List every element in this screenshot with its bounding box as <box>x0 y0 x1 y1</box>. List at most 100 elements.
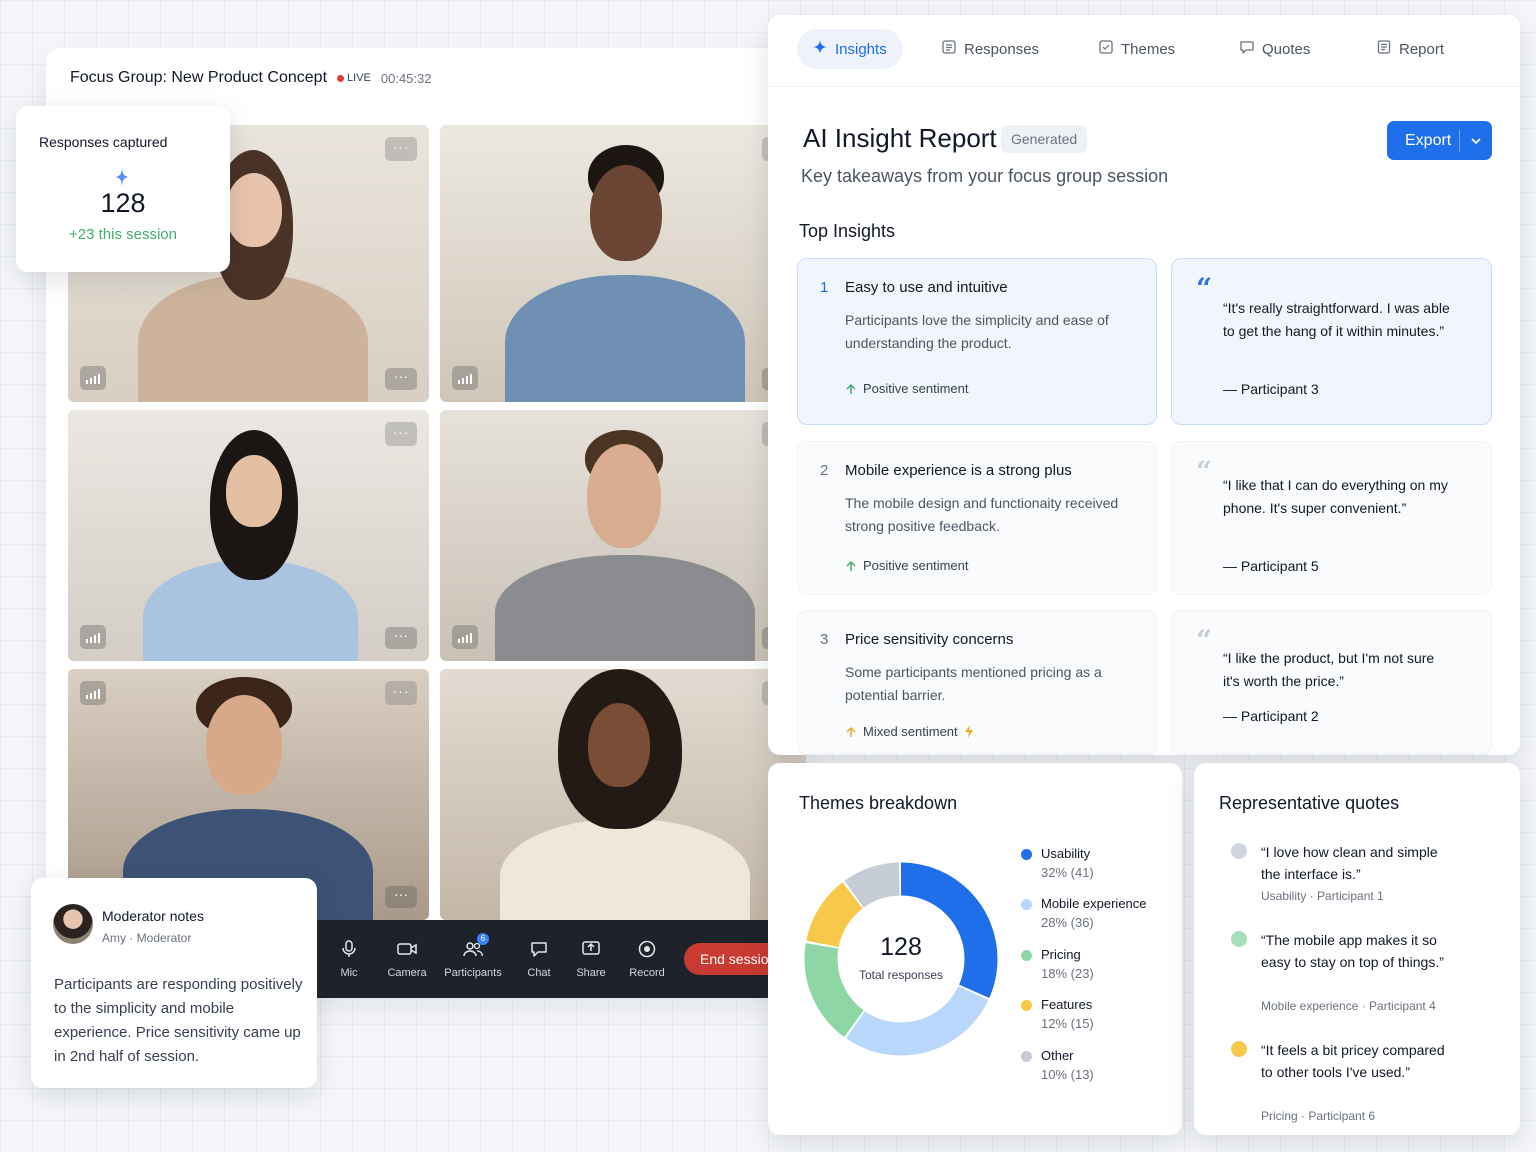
quote-color-dot <box>1231 931 1247 947</box>
quote-color-dot <box>1231 1041 1247 1057</box>
legend-swatch <box>1021 899 1032 910</box>
camera-button[interactable]: Camera <box>378 939 436 979</box>
quote-text: “I like the product, but I'm not sure it… <box>1223 650 1435 689</box>
insight-card[interactable]: 2 Mobile experience is a strong plus The… <box>797 441 1157 595</box>
document-icon <box>1377 40 1391 58</box>
quote-attribution: — Participant 2 <box>1223 708 1319 724</box>
video-tile[interactable]: ··· <box>440 669 806 920</box>
tile-menu-icon[interactable]: ··· <box>385 137 417 161</box>
responses-captured-title: Responses captured <box>39 134 168 150</box>
share-label: Share <box>576 967 606 979</box>
video-tile[interactable]: ··· ··· <box>68 410 429 661</box>
insight-quote-card: “ “It's really straightforward. I was ab… <box>1171 258 1492 425</box>
more-icon[interactable]: ··· <box>385 886 417 908</box>
lightning-icon <box>964 725 973 738</box>
insight-panel: Insights Responses Themes Quotes Report <box>768 15 1520 755</box>
chat-button[interactable]: Chat <box>516 939 562 979</box>
insight-card[interactable]: 3 Price sensitivity concerns Some partic… <box>797 610 1157 755</box>
quote-attribution: — Participant 5 <box>1223 558 1319 574</box>
themes-title: Themes breakdown <box>799 793 958 813</box>
list-icon <box>942 40 956 58</box>
video-tile[interactable]: ··· ··· <box>440 125 806 402</box>
video-tile[interactable]: ··· ··· <box>440 410 806 661</box>
tab-responses[interactable]: Responses <box>926 29 1055 69</box>
insight-number: 3 <box>820 631 829 648</box>
export-button[interactable]: Export <box>1387 121 1492 160</box>
insight-card[interactable]: 1 Easy to use and intuitive Participants… <box>797 258 1157 425</box>
sentiment-label: Positive sentiment <box>845 558 969 573</box>
tab-report[interactable]: Report <box>1361 29 1460 69</box>
tile-menu-icon[interactable]: ··· <box>385 422 417 446</box>
tile-menu-icon[interactable]: ··· <box>385 681 417 705</box>
quote-text: “It's really straightforward. I was able… <box>1223 300 1450 339</box>
insight-title: Mobile experience is a strong plus <box>845 462 1072 479</box>
responses-captured-card: Responses captured 128 +23 this session <box>16 106 230 272</box>
page-subtitle: Key takeaways from your focus group sess… <box>801 166 1169 186</box>
quote-color-dot <box>1231 843 1247 859</box>
quote-text: “I like that I can do everything on my p… <box>1223 477 1448 516</box>
donut-total-label: Total responses <box>858 968 944 982</box>
tab-label: Responses <box>964 40 1040 58</box>
quote-mark-icon: “ <box>1196 624 1213 657</box>
quote-meta: Usability · Participant 1 <box>1261 889 1384 903</box>
insight-quote-card: “ “I like the product, but I'm not sure … <box>1171 610 1492 755</box>
session-timer: 00:45:32 <box>380 70 432 86</box>
tab-insights[interactable]: Insights <box>797 29 903 69</box>
insight-quote-card: “ “I like that I can do everything on my… <box>1171 441 1492 595</box>
quote-text: “I love how clean and simple the interfa… <box>1261 844 1438 882</box>
record-button[interactable]: Record <box>620 939 674 979</box>
quote-attribution: — Participant 3 <box>1223 381 1319 397</box>
quote-mark-icon: “ <box>1196 272 1213 305</box>
mic-button[interactable]: Mic <box>320 939 378 979</box>
tag-icon <box>1099 40 1113 58</box>
donut-total: 128 <box>880 933 922 961</box>
record-label: Record <box>629 967 665 979</box>
quote-meta: Pricing · Participant 6 <box>1261 1109 1376 1123</box>
arrow-up-icon <box>846 383 856 394</box>
legend-label: Other <box>1041 1048 1074 1063</box>
legend-swatch <box>1021 849 1032 860</box>
share-button[interactable]: Share <box>562 939 620 979</box>
insight-description: Some participants mentioned pricing as a… <box>845 664 1102 703</box>
participants-count-badge: 6 <box>477 933 489 945</box>
participants-label: Participants <box>444 967 502 979</box>
more-icon[interactable]: ··· <box>385 368 417 390</box>
signal-icon <box>80 366 106 390</box>
signal-icon <box>452 366 478 390</box>
call-title: Focus Group: New Product Concept <box>70 69 328 86</box>
tab-themes[interactable]: Themes <box>1083 29 1191 69</box>
insight-number: 1 <box>820 279 829 296</box>
legend-value: 18% (23) <box>1041 966 1094 981</box>
sparkle-icon <box>813 40 827 58</box>
tab-label: Insights <box>835 40 887 58</box>
sentiment-text: Positive sentiment <box>863 558 969 573</box>
signal-icon <box>452 625 478 649</box>
mic-icon <box>339 939 359 959</box>
legend-swatch <box>1021 1000 1032 1011</box>
call-toolbar: Mic Camera 6 Participants Chat Share Rec… <box>316 920 806 998</box>
participants-button[interactable]: 6 Participants <box>436 933 510 979</box>
section-title: Top Insights <box>799 221 896 241</box>
avatar <box>53 904 93 944</box>
more-icon[interactable]: ··· <box>385 627 417 649</box>
participants-icon: 6 <box>463 933 489 959</box>
legend-label: Usability <box>1041 846 1091 861</box>
sentiment-label: Mixed sentiment <box>845 724 974 739</box>
legend-swatch <box>1021 950 1032 961</box>
export-label: Export <box>1405 131 1452 149</box>
camera-label: Camera <box>387 967 427 979</box>
quote-meta: Mobile experience · Participant 4 <box>1261 999 1436 1013</box>
quote-text: “It feels a bit pricey compared to other… <box>1261 1042 1445 1080</box>
mic-label: Mic <box>340 967 358 979</box>
chat-label: Chat <box>527 967 551 979</box>
legend-swatch <box>1021 1051 1032 1062</box>
live-dot-icon <box>337 74 345 82</box>
chevron-down-icon[interactable] <box>1460 137 1492 144</box>
legend-value: 10% (13) <box>1041 1067 1094 1082</box>
status-badge: Generated <box>1001 125 1088 153</box>
quote-mark-icon: “ <box>1196 455 1213 488</box>
tab-quotes[interactable]: Quotes <box>1224 29 1326 69</box>
record-icon <box>637 939 657 959</box>
sentiment-text: Positive sentiment <box>863 381 969 396</box>
insight-description: The mobile design and functionaity recei… <box>845 495 1119 534</box>
